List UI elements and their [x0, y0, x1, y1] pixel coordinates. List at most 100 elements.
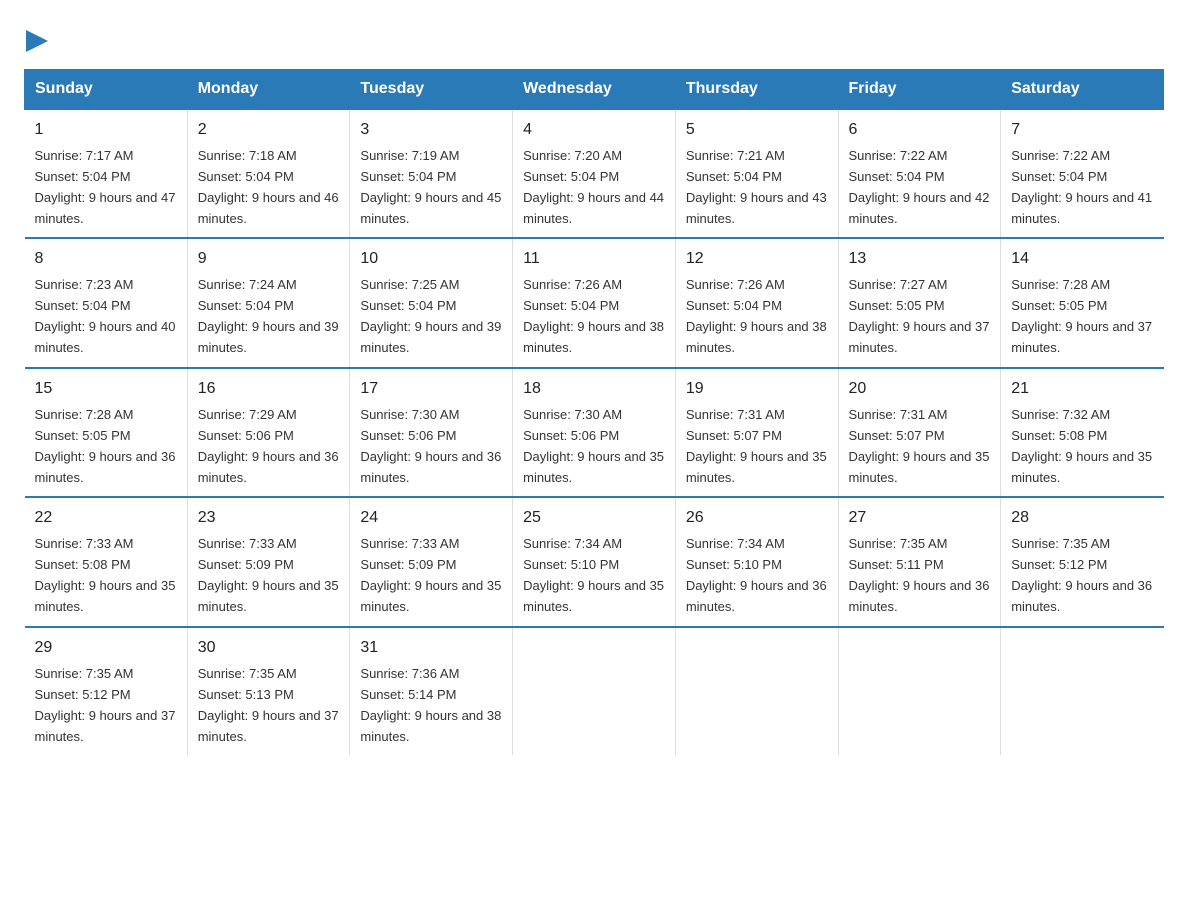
- day-number: 5: [686, 118, 828, 143]
- calendar-cell: 24 Sunrise: 7:33 AMSunset: 5:09 PMDayligh…: [350, 497, 513, 626]
- day-info: Sunrise: 7:20 AMSunset: 5:04 PMDaylight:…: [523, 148, 664, 226]
- calendar-cell: 20 Sunrise: 7:31 AMSunset: 5:07 PMDayligh…: [838, 368, 1001, 497]
- day-info: Sunrise: 7:21 AMSunset: 5:04 PMDaylight:…: [686, 148, 827, 226]
- day-number: 19: [686, 377, 828, 402]
- day-info: Sunrise: 7:34 AMSunset: 5:10 PMDaylight:…: [523, 536, 664, 614]
- day-number: 3: [360, 118, 502, 143]
- calendar-cell: 4 Sunrise: 7:20 AMSunset: 5:04 PMDaylight…: [513, 109, 676, 238]
- calendar-cell: 1Sunrise: 7:17 AMSunset: 5:04 PMDaylight…: [25, 109, 188, 238]
- calendar-cell: 14 Sunrise: 7:28 AMSunset: 5:05 PMDayligh…: [1001, 238, 1164, 367]
- day-info: Sunrise: 7:26 AMSunset: 5:04 PMDaylight:…: [686, 277, 827, 355]
- day-info: Sunrise: 7:28 AMSunset: 5:05 PMDaylight:…: [35, 407, 176, 485]
- page-header: [24, 24, 1164, 53]
- weekday-header-tuesday: Tuesday: [350, 70, 513, 110]
- weekday-header-thursday: Thursday: [675, 70, 838, 110]
- day-info: Sunrise: 7:36 AMSunset: 5:14 PMDaylight:…: [360, 666, 501, 744]
- day-info: Sunrise: 7:29 AMSunset: 5:06 PMDaylight:…: [198, 407, 339, 485]
- day-number: 6: [849, 118, 991, 143]
- day-number: 26: [686, 506, 828, 531]
- calendar-cell: 21 Sunrise: 7:32 AMSunset: 5:08 PMDayligh…: [1001, 368, 1164, 497]
- logo: [24, 24, 48, 53]
- day-number: 12: [686, 247, 828, 272]
- day-number: 24: [360, 506, 502, 531]
- day-info: Sunrise: 7:25 AMSunset: 5:04 PMDaylight:…: [360, 277, 501, 355]
- day-info: Sunrise: 7:32 AMSunset: 5:08 PMDaylight:…: [1011, 407, 1152, 485]
- calendar-cell: 15 Sunrise: 7:28 AMSunset: 5:05 PMDayligh…: [25, 368, 188, 497]
- day-info: Sunrise: 7:23 AMSunset: 5:04 PMDaylight:…: [35, 277, 176, 355]
- calendar-cell: 3 Sunrise: 7:19 AMSunset: 5:04 PMDaylight…: [350, 109, 513, 238]
- day-number: 15: [35, 377, 177, 402]
- day-number: 9: [198, 247, 340, 272]
- calendar-cell: 31Sunrise: 7:36 AMSunset: 5:14 PMDayligh…: [350, 627, 513, 755]
- day-number: 22: [35, 506, 177, 531]
- day-info: Sunrise: 7:35 AMSunset: 5:11 PMDaylight:…: [849, 536, 990, 614]
- calendar-cell: [675, 627, 838, 755]
- calendar-cell: 25 Sunrise: 7:34 AMSunset: 5:10 PMDayligh…: [513, 497, 676, 626]
- day-number: 13: [849, 247, 991, 272]
- calendar-cell: 11 Sunrise: 7:26 AMSunset: 5:04 PMDayligh…: [513, 238, 676, 367]
- weekday-header-row: SundayMondayTuesdayWednesdayThursdayFrid…: [25, 70, 1164, 110]
- calendar-cell: 13 Sunrise: 7:27 AMSunset: 5:05 PMDayligh…: [838, 238, 1001, 367]
- calendar-cell: 6Sunrise: 7:22 AMSunset: 5:04 PMDaylight…: [838, 109, 1001, 238]
- calendar-cell: 18 Sunrise: 7:30 AMSunset: 5:06 PMDayligh…: [513, 368, 676, 497]
- day-number: 7: [1011, 118, 1153, 143]
- day-info: Sunrise: 7:30 AMSunset: 5:06 PMDaylight:…: [523, 407, 664, 485]
- calendar-cell: 30Sunrise: 7:35 AMSunset: 5:13 PMDayligh…: [187, 627, 350, 755]
- calendar-cell: 27 Sunrise: 7:35 AMSunset: 5:11 PMDayligh…: [838, 497, 1001, 626]
- day-info: Sunrise: 7:26 AMSunset: 5:04 PMDaylight:…: [523, 277, 664, 355]
- calendar-week-row: 22 Sunrise: 7:33 AMSunset: 5:08 PMDayligh…: [25, 497, 1164, 626]
- day-number: 27: [849, 506, 991, 531]
- day-number: 10: [360, 247, 502, 272]
- day-info: Sunrise: 7:34 AMSunset: 5:10 PMDaylight:…: [686, 536, 827, 614]
- calendar-cell: 23 Sunrise: 7:33 AMSunset: 5:09 PMDayligh…: [187, 497, 350, 626]
- calendar-cell: [838, 627, 1001, 755]
- calendar-cell: 12 Sunrise: 7:26 AMSunset: 5:04 PMDayligh…: [675, 238, 838, 367]
- calendar-week-row: 1Sunrise: 7:17 AMSunset: 5:04 PMDaylight…: [25, 109, 1164, 238]
- calendar-cell: 5 Sunrise: 7:21 AMSunset: 5:04 PMDaylight…: [675, 109, 838, 238]
- weekday-header-wednesday: Wednesday: [513, 70, 676, 110]
- day-number: 21: [1011, 377, 1153, 402]
- day-number: 11: [523, 247, 665, 272]
- weekday-header-saturday: Saturday: [1001, 70, 1164, 110]
- calendar-cell: 8 Sunrise: 7:23 AMSunset: 5:04 PMDaylight…: [25, 238, 188, 367]
- calendar-cell: 29Sunrise: 7:35 AMSunset: 5:12 PMDayligh…: [25, 627, 188, 755]
- weekday-header-monday: Monday: [187, 70, 350, 110]
- weekday-header-sunday: Sunday: [25, 70, 188, 110]
- day-info: Sunrise: 7:35 AMSunset: 5:13 PMDaylight:…: [198, 666, 339, 744]
- day-info: Sunrise: 7:33 AMSunset: 5:09 PMDaylight:…: [198, 536, 339, 614]
- day-info: Sunrise: 7:18 AMSunset: 5:04 PMDaylight:…: [198, 148, 339, 226]
- day-number: 8: [35, 247, 177, 272]
- calendar-cell: 2 Sunrise: 7:18 AMSunset: 5:04 PMDaylight…: [187, 109, 350, 238]
- calendar-week-row: 29Sunrise: 7:35 AMSunset: 5:12 PMDayligh…: [25, 627, 1164, 755]
- day-info: Sunrise: 7:33 AMSunset: 5:08 PMDaylight:…: [35, 536, 176, 614]
- weekday-header-friday: Friday: [838, 70, 1001, 110]
- calendar-cell: 16Sunrise: 7:29 AMSunset: 5:06 PMDayligh…: [187, 368, 350, 497]
- calendar-cell: 17 Sunrise: 7:30 AMSunset: 5:06 PMDayligh…: [350, 368, 513, 497]
- day-info: Sunrise: 7:28 AMSunset: 5:05 PMDaylight:…: [1011, 277, 1152, 355]
- calendar-cell: 10 Sunrise: 7:25 AMSunset: 5:04 PMDayligh…: [350, 238, 513, 367]
- day-info: Sunrise: 7:31 AMSunset: 5:07 PMDaylight:…: [686, 407, 827, 485]
- day-number: 4: [523, 118, 665, 143]
- day-number: 14: [1011, 247, 1153, 272]
- day-info: Sunrise: 7:31 AMSunset: 5:07 PMDaylight:…: [849, 407, 990, 485]
- day-info: Sunrise: 7:33 AMSunset: 5:09 PMDaylight:…: [360, 536, 501, 614]
- calendar-cell: 9 Sunrise: 7:24 AMSunset: 5:04 PMDaylight…: [187, 238, 350, 367]
- day-number: 25: [523, 506, 665, 531]
- day-number: 20: [849, 377, 991, 402]
- day-number: 18: [523, 377, 665, 402]
- day-number: 17: [360, 377, 502, 402]
- day-info: Sunrise: 7:30 AMSunset: 5:06 PMDaylight:…: [360, 407, 501, 485]
- day-info: Sunrise: 7:35 AMSunset: 5:12 PMDaylight:…: [1011, 536, 1152, 614]
- calendar-week-row: 15 Sunrise: 7:28 AMSunset: 5:05 PMDayligh…: [25, 368, 1164, 497]
- day-number: 23: [198, 506, 340, 531]
- day-number: 2: [198, 118, 340, 143]
- calendar-table: SundayMondayTuesdayWednesdayThursdayFrid…: [24, 69, 1164, 755]
- calendar-cell: 26 Sunrise: 7:34 AMSunset: 5:10 PMDayligh…: [675, 497, 838, 626]
- day-info: Sunrise: 7:27 AMSunset: 5:05 PMDaylight:…: [849, 277, 990, 355]
- calendar-cell: [513, 627, 676, 755]
- calendar-cell: 22 Sunrise: 7:33 AMSunset: 5:08 PMDayligh…: [25, 497, 188, 626]
- day-info: Sunrise: 7:19 AMSunset: 5:04 PMDaylight:…: [360, 148, 501, 226]
- calendar-week-row: 8 Sunrise: 7:23 AMSunset: 5:04 PMDaylight…: [25, 238, 1164, 367]
- calendar-cell: 19 Sunrise: 7:31 AMSunset: 5:07 PMDayligh…: [675, 368, 838, 497]
- day-info: Sunrise: 7:24 AMSunset: 5:04 PMDaylight:…: [198, 277, 339, 355]
